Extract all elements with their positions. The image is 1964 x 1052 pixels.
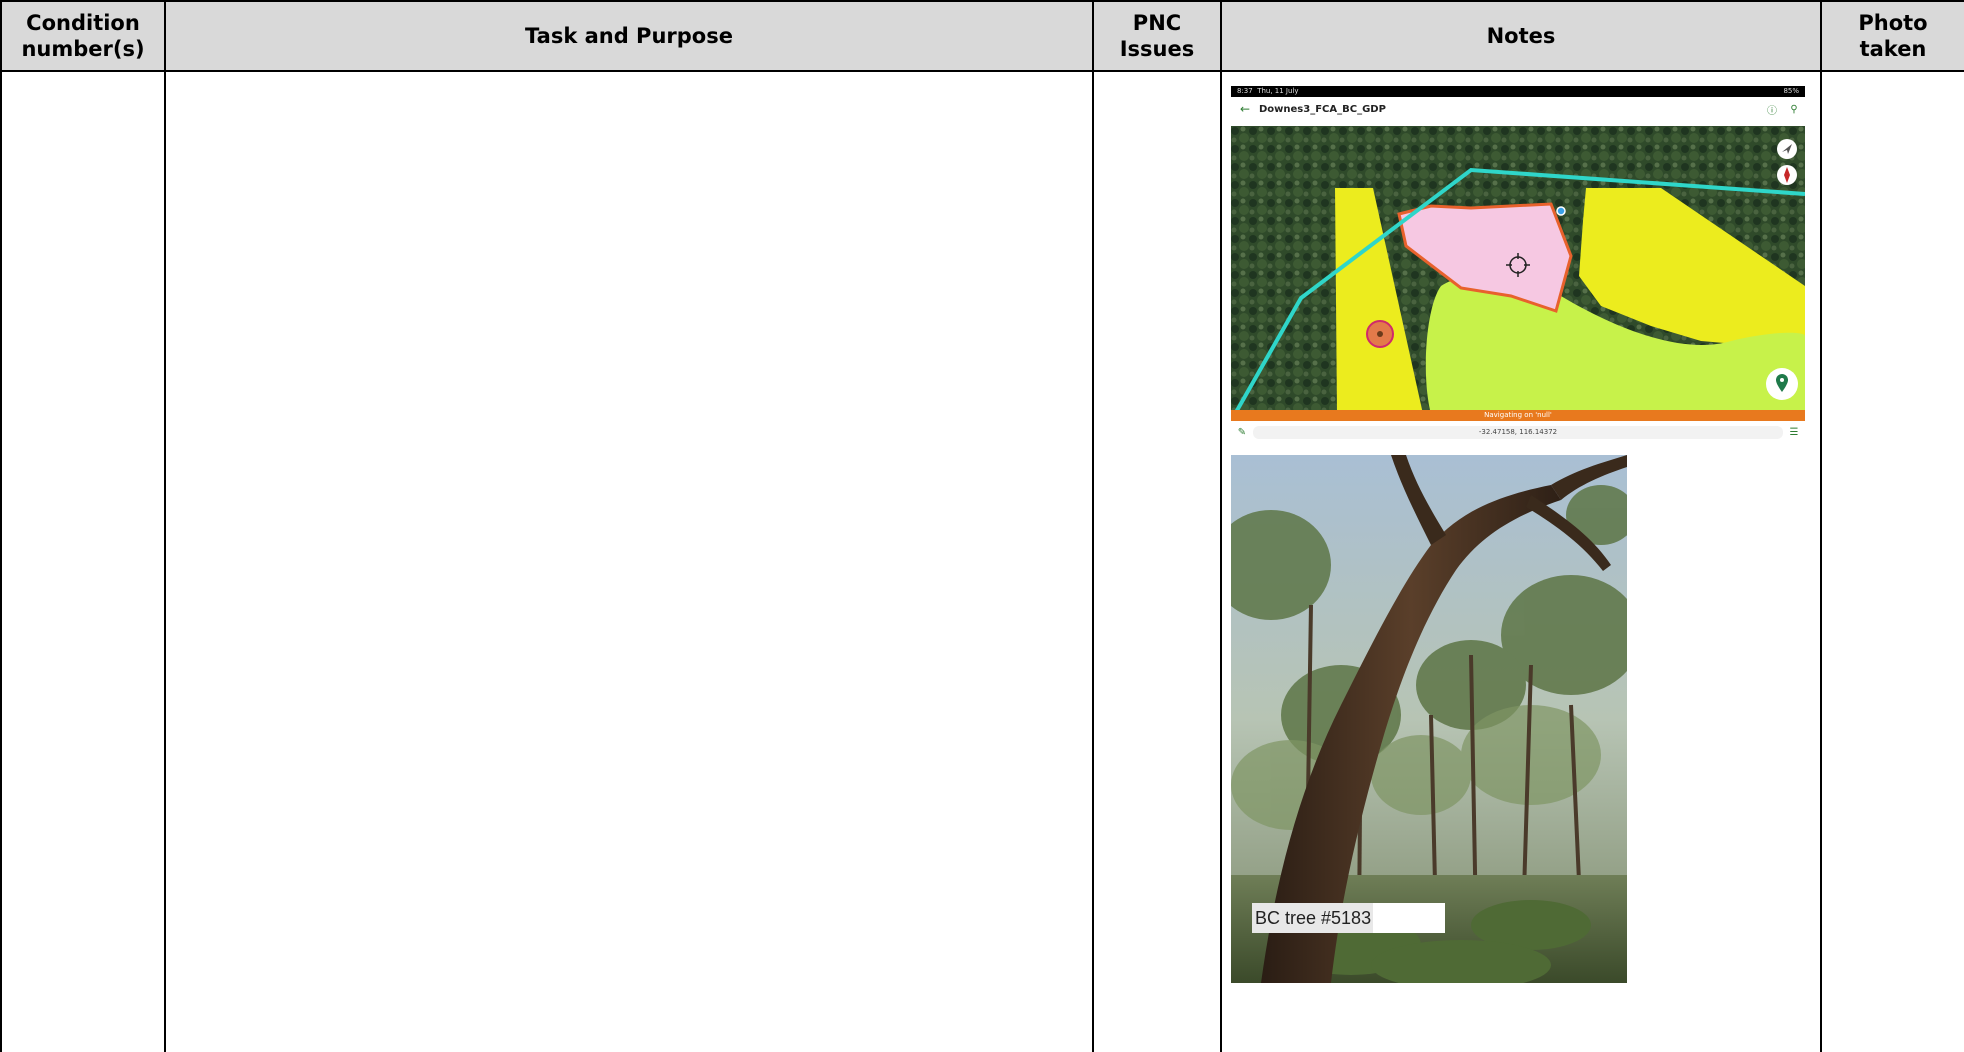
header-photo-taken: Photo taken <box>1822 2 1964 72</box>
navigate-icon[interactable] <box>1777 139 1797 159</box>
gps-point <box>1556 206 1566 216</box>
header-notes: Notes <box>1222 2 1822 72</box>
info-icon[interactable]: ⓘ <box>1761 102 1783 117</box>
status-bar: 8:37 Thu, 11 July 85% <box>1231 86 1805 97</box>
header-pnc-issues: PNC Issues <box>1094 2 1222 72</box>
cell-photo-taken <box>1822 72 1964 1052</box>
app-bar: ← Downes3_FCA_BC_GDP ⓘ ⚲ <box>1231 97 1805 121</box>
cell-task-purpose <box>166 72 1094 1052</box>
location-pin-icon[interactable] <box>1766 368 1798 400</box>
header-task-purpose: Task and Purpose <box>166 2 1094 72</box>
pencil-icon[interactable]: ✎ <box>1231 427 1253 438</box>
map-app-screenshot: 8:37 Thu, 11 July 85% ← Downes3_FCA_BC_G… <box>1231 86 1805 443</box>
map-view[interactable] <box>1231 126 1805 421</box>
compass-icon[interactable] <box>1777 165 1797 185</box>
tree-photo: BC tree #5183 <box>1231 455 1627 983</box>
navigating-banner: Navigating on 'null' <box>1231 410 1805 421</box>
search-icon[interactable]: ⚲ <box>1783 104 1805 115</box>
coordinates-readout: -32.47158, 116.14372 <box>1253 426 1783 439</box>
cell-condition-number <box>2 72 166 1052</box>
layers-icon[interactable]: ☰ <box>1783 427 1805 438</box>
header-condition-number: Condition number(s) <box>2 2 166 72</box>
cell-pnc-issues <box>1094 72 1222 1052</box>
tree-photo-caption: BC tree #5183 <box>1252 903 1374 933</box>
project-title: Downes3_FCA_BC_GDP <box>1259 103 1386 115</box>
back-arrow-icon[interactable]: ← <box>1231 102 1259 116</box>
coordinate-bar: ✎ -32.47158, 116.14372 ☰ <box>1231 422 1805 443</box>
